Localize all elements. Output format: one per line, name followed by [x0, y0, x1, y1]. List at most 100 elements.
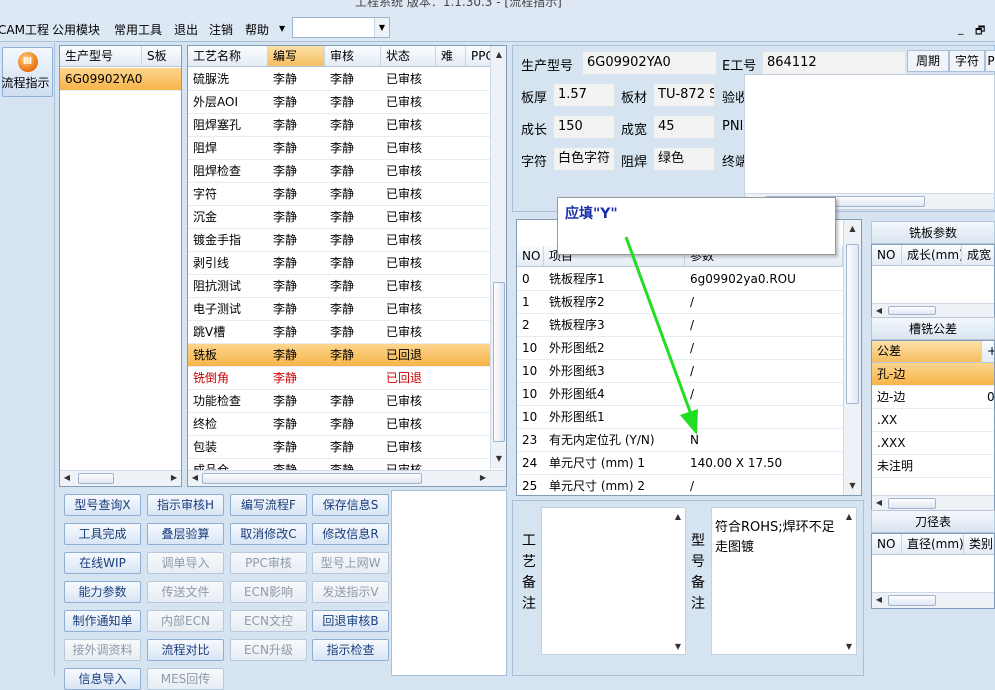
table-row[interactable]: 24 单元尺寸 (mm) 1 140.00 X 17.50	[517, 452, 843, 475]
tab-char[interactable]: 字符	[949, 50, 985, 72]
horizontal-scrollbar[interactable]: ◀	[872, 303, 994, 317]
scroll-left-icon[interactable]: ◀	[190, 471, 200, 485]
thickness-field[interactable]: 1.57	[553, 83, 615, 107]
scroll-thumb[interactable]	[493, 282, 505, 442]
col-header-ppc[interactable]: PPC	[466, 46, 491, 67]
col-header-model[interactable]: 生产型号	[60, 46, 142, 67]
col-header-writer[interactable]: 编写	[268, 46, 325, 67]
scroll-thumb[interactable]	[202, 473, 422, 484]
scroll-down-icon[interactable]: ▼	[844, 479, 861, 493]
chevron-down-icon[interactable]: ▼	[279, 24, 285, 33]
width-field[interactable]: 45	[653, 115, 715, 139]
action-button[interactable]: 指示检查	[312, 639, 389, 661]
table-row[interactable]: 字符 李静 李静 已审核	[188, 183, 490, 206]
col-header-length[interactable]: 成长(mm)	[902, 245, 962, 266]
table-row[interactable]: 硫脲洗 李静 李静 已审核	[188, 68, 490, 91]
horizontal-scrollbar[interactable]: ◀ ▶	[188, 470, 506, 486]
scroll-down-icon[interactable]: ▼	[844, 640, 854, 654]
col-header-diameter[interactable]: 直径(mm)	[902, 534, 964, 555]
col-header-no[interactable]: NO	[517, 246, 544, 267]
horizontal-scrollbar[interactable]: ◀	[872, 592, 994, 608]
action-button[interactable]: 回退审核B	[312, 610, 389, 632]
tab-p[interactable]: P	[985, 50, 995, 72]
chevron-down-icon[interactable]: ▼	[374, 18, 389, 37]
table-row[interactable]: 25 单元尺寸 (mm) 2 /	[517, 475, 843, 495]
material-field[interactable]: TU-872 S	[653, 83, 715, 107]
table-row[interactable]: 镀金手指 李静 李静 已审核	[188, 229, 490, 252]
col-header-no[interactable]: NO	[872, 534, 902, 555]
action-button[interactable]: 叠层验算	[147, 523, 224, 545]
scroll-up-icon[interactable]: ▲	[491, 48, 506, 62]
action-button[interactable]: 修改信息R	[312, 523, 389, 545]
length-field[interactable]: 150	[553, 115, 615, 139]
table-row[interactable]: 未注明	[872, 455, 994, 478]
scroll-thumb[interactable]	[888, 595, 936, 606]
table-row[interactable]: 电子测试 李静 李静 已审核	[188, 298, 490, 321]
menu-common-tools[interactable]: 常用工具	[114, 21, 162, 38]
col-header-reviewer[interactable]: 审核	[325, 46, 381, 67]
scroll-up-icon[interactable]: ▲	[844, 510, 854, 524]
action-button[interactable]: 编写流程F	[230, 494, 307, 516]
action-button[interactable]: 流程对比	[147, 639, 224, 661]
action-button[interactable]: 保存信息S	[312, 494, 389, 516]
action-button[interactable]: 信息导入	[64, 668, 141, 690]
scroll-left-icon[interactable]: ◀	[874, 304, 884, 317]
scroll-left-icon[interactable]: ◀	[62, 471, 72, 485]
scroll-down-icon[interactable]: ▼	[673, 640, 683, 654]
col-header-type[interactable]: 类别	[964, 534, 994, 555]
table-row[interactable]: 阻抗测试 李静 李静 已审核	[188, 275, 490, 298]
table-row[interactable]: .XX	[872, 409, 994, 432]
scroll-thumb[interactable]	[888, 306, 936, 315]
scroll-right-icon[interactable]: ▶	[169, 471, 179, 485]
col-header-tolerance[interactable]: 公差	[872, 341, 982, 363]
menu-exit[interactable]: 退出	[174, 21, 198, 38]
col-header-s-board[interactable]: S板	[142, 46, 181, 67]
table-row[interactable]: 阻焊检查 李静 李静 已审核	[188, 160, 490, 183]
horizontal-scrollbar[interactable]: ◀	[872, 495, 994, 511]
col-header-width[interactable]: 成宽	[962, 245, 994, 266]
scroll-down-icon[interactable]: ▼	[491, 452, 506, 466]
e-number-field[interactable]: 864112	[762, 51, 906, 75]
action-button[interactable]: 能力参数	[64, 581, 141, 603]
process-remark-box[interactable]: ▲ ▼	[541, 507, 686, 655]
menu-dropdown[interactable]: ▼	[292, 17, 390, 38]
horizontal-scrollbar[interactable]: ◀ ▶	[60, 470, 181, 486]
table-row[interactable]: 剥引线 李静 李静 已审核	[188, 252, 490, 275]
table-row[interactable]: 沉金 李静 李静 已审核	[188, 206, 490, 229]
col-header-plus[interactable]: +(	[982, 341, 994, 363]
scroll-up-icon[interactable]: ▲	[673, 510, 683, 524]
col-header-status[interactable]: 状态	[381, 46, 436, 67]
action-button[interactable]: 在线WIP	[64, 552, 141, 574]
scroll-up-icon[interactable]: ▲	[844, 222, 861, 236]
table-row[interactable]: 外层AOI 李静 李静 已审核	[188, 91, 490, 114]
action-button[interactable]: 指示审核H	[147, 494, 224, 516]
action-button[interactable]: 制作通知单	[64, 610, 141, 632]
table-row[interactable]: 边-边 0.	[872, 386, 994, 409]
menu-common-module[interactable]: 公用模块	[52, 21, 100, 38]
table-row[interactable]: 跳V槽 李静 李静 已审核	[188, 321, 490, 344]
col-header-difficulty[interactable]: 难	[436, 46, 466, 67]
char-field[interactable]: 白色字符	[553, 147, 615, 171]
action-button[interactable]: 工具完成	[64, 523, 141, 545]
scroll-left-icon[interactable]: ◀	[874, 496, 884, 510]
tab-period[interactable]: 周期	[907, 50, 949, 72]
menu-help[interactable]: 帮助	[245, 21, 269, 38]
minimize-icon[interactable]: _	[958, 22, 964, 35]
menu-cam[interactable]: CAM工程	[0, 21, 49, 38]
flow-instruction-button[interactable]: Ⅲ 流程指示	[1, 47, 53, 97]
scroll-right-icon[interactable]: ▶	[478, 471, 488, 485]
vertical-scrollbar[interactable]: ▲ ▼	[490, 46, 506, 469]
restore-icon[interactable]: 🗗	[975, 22, 985, 41]
col-header-no[interactable]: NO	[872, 245, 902, 266]
scroll-left-icon[interactable]: ◀	[874, 593, 884, 607]
table-row[interactable]: 铣倒角 李静 已回退	[188, 367, 490, 390]
table-row[interactable]: 阻焊塞孔 李静 李静 已审核	[188, 114, 490, 137]
action-button[interactable]: 取消修改C	[230, 523, 307, 545]
table-row[interactable]: 孔-边	[872, 363, 994, 386]
table-row[interactable]: .XXX	[872, 432, 994, 455]
scroll-thumb[interactable]	[846, 244, 859, 404]
table-row[interactable]: 终检 李静 李静 已审核	[188, 413, 490, 436]
scroll-thumb[interactable]	[888, 498, 936, 509]
mask-field[interactable]: 绿色	[653, 147, 715, 171]
table-row[interactable]: 功能检查 李静 李静 已审核	[188, 390, 490, 413]
